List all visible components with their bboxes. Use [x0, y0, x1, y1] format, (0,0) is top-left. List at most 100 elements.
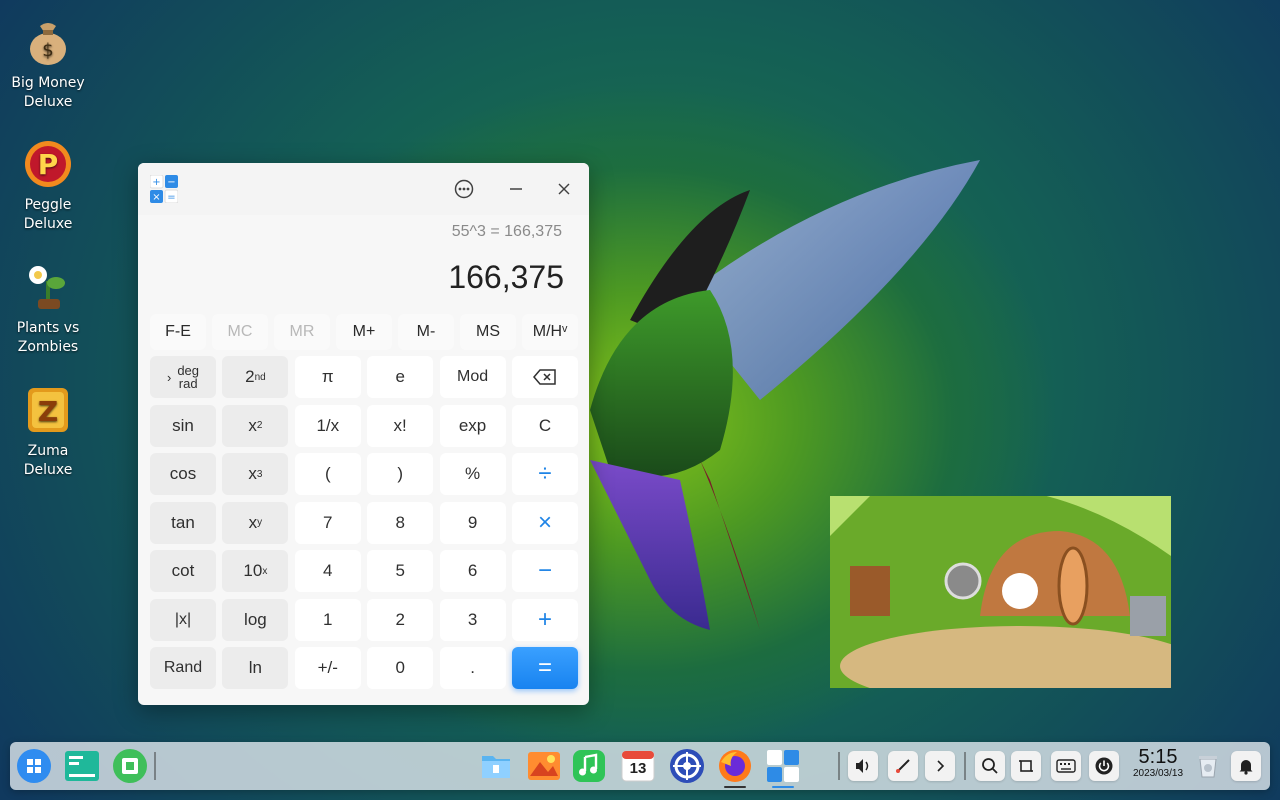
- power-button[interactable]: [1089, 751, 1119, 781]
- calendar-icon[interactable]: 13: [620, 748, 656, 784]
- digit-3-button[interactable]: 3: [439, 598, 506, 641]
- more-options-button[interactable]: [450, 175, 478, 203]
- clear-button[interactable]: C: [511, 404, 578, 447]
- key-label: x: [248, 464, 257, 483]
- mod-button[interactable]: Mod: [439, 356, 506, 398]
- memory-subtract-button[interactable]: M-: [398, 314, 454, 350]
- svg-text:Z: Z: [38, 395, 58, 428]
- system-settings-icon[interactable]: [669, 748, 705, 784]
- absolute-button[interactable]: |x|: [150, 598, 216, 641]
- trash-button[interactable]: [1193, 751, 1223, 781]
- taskbar: 13 5:15 2023/03/13: [10, 742, 1270, 790]
- negate-button[interactable]: +/-: [294, 647, 361, 689]
- digit-8-button[interactable]: 8: [367, 501, 434, 544]
- digit-0-button[interactable]: 0: [367, 647, 434, 689]
- left-paren-button[interactable]: (: [294, 453, 361, 495]
- launcher-icon[interactable]: [16, 748, 52, 784]
- desktop-icon-label: Zuma Deluxe: [23, 443, 73, 478]
- memory-store-button[interactable]: MS: [460, 314, 516, 350]
- desktop-icon-zuma[interactable]: Z Zuma Deluxe: [8, 384, 88, 480]
- desktop-icon-plants-vs-zombies[interactable]: Plants vs Zombies: [8, 261, 88, 357]
- sin-button[interactable]: sin: [150, 404, 216, 447]
- deg-rad-toggle[interactable]: › deg rad: [150, 356, 216, 398]
- desktop-icon-big-money[interactable]: $ Big Money Deluxe: [8, 16, 88, 112]
- clock-time: 5:15: [1138, 746, 1178, 768]
- desktop-icon-peggle[interactable]: P Peggle Deluxe: [8, 138, 88, 234]
- cube-button[interactable]: x3: [222, 453, 289, 495]
- music-icon[interactable]: [571, 748, 607, 784]
- equals-button[interactable]: =: [511, 647, 578, 689]
- minimize-icon: [510, 188, 522, 190]
- search-button[interactable]: [975, 751, 1005, 781]
- video-preview[interactable]: [830, 496, 1171, 688]
- desktop-icon-label: Plants vs Zombies: [16, 320, 80, 355]
- subtract-button[interactable]: −: [511, 550, 578, 592]
- backspace-icon: [532, 369, 556, 385]
- clock[interactable]: 5:15 2023/03/13: [1128, 746, 1188, 780]
- decimal-button[interactable]: .: [439, 647, 506, 689]
- memory-history-button[interactable]: M/Hᵛ: [522, 314, 578, 350]
- money-bag-icon: $: [30, 23, 66, 65]
- square-button[interactable]: x2: [222, 404, 289, 447]
- exp-button[interactable]: exp: [439, 404, 506, 447]
- zuma-icon: Z: [28, 388, 68, 432]
- digit-5-button[interactable]: 5: [367, 550, 434, 592]
- expand-tray-button[interactable]: [925, 751, 955, 781]
- tan-button[interactable]: tan: [150, 501, 216, 544]
- right-paren-button[interactable]: ): [367, 453, 434, 495]
- expression-display: 55^3 = 166,375: [451, 223, 562, 240]
- calculator-app-icon: + − × =: [150, 175, 178, 203]
- desktop-icon-label: Big Money Deluxe: [11, 75, 85, 110]
- divide-button[interactable]: ÷: [511, 453, 578, 495]
- notification-button[interactable]: [1231, 751, 1261, 781]
- ten-power-button[interactable]: 10 x: [222, 550, 289, 592]
- digit-7-button[interactable]: 7: [294, 501, 361, 544]
- app-store-icon[interactable]: [112, 748, 148, 784]
- digit-1-button[interactable]: 1: [294, 598, 361, 641]
- digit-4-button[interactable]: 4: [294, 550, 361, 592]
- pi-button[interactable]: π: [294, 356, 361, 398]
- calculator-icon[interactable]: [765, 748, 801, 784]
- screen-capture-button[interactable]: [1011, 751, 1041, 781]
- cot-button[interactable]: cot: [150, 550, 216, 592]
- memory-recall-button[interactable]: MR: [274, 314, 330, 350]
- power-button[interactable]: xy: [222, 501, 289, 544]
- percent-button[interactable]: %: [439, 453, 506, 495]
- e-button[interactable]: e: [367, 356, 434, 398]
- screenshot-icon: [1019, 760, 1033, 772]
- second-function-button[interactable]: 2nd: [222, 356, 289, 398]
- ln-button[interactable]: ln: [222, 647, 289, 689]
- key-label: 10: [243, 561, 263, 580]
- active-indicator: [724, 786, 746, 788]
- log-button[interactable]: log: [222, 598, 289, 641]
- screenshot-tool-button[interactable]: [888, 751, 918, 781]
- add-button[interactable]: +: [511, 598, 578, 641]
- key-sup: nd: [254, 371, 266, 383]
- svg-text:+: +: [152, 177, 160, 188]
- digit-6-button[interactable]: 6: [439, 550, 506, 592]
- memory-row: F-E MC MR M+ M- MS M/Hᵛ: [150, 314, 578, 350]
- plants-icon: [29, 266, 65, 309]
- reciprocal-button[interactable]: 1/x: [294, 404, 361, 447]
- fe-button[interactable]: F-E: [150, 314, 206, 350]
- file-manager-icon[interactable]: [478, 748, 514, 784]
- cos-button[interactable]: cos: [150, 453, 216, 495]
- volume-button[interactable]: [848, 751, 878, 781]
- backspace-button[interactable]: [511, 356, 578, 398]
- close-button[interactable]: [550, 175, 578, 203]
- keyboard-button[interactable]: [1051, 751, 1081, 781]
- title-bar[interactable]: + − × =: [138, 163, 589, 215]
- factorial-button[interactable]: x!: [367, 404, 434, 447]
- active-indicator: [772, 786, 794, 788]
- digit-2-button[interactable]: 2: [367, 598, 434, 641]
- memory-clear-button[interactable]: MC: [212, 314, 268, 350]
- firefox-icon[interactable]: [717, 748, 753, 784]
- memory-add-button[interactable]: M+: [336, 314, 392, 350]
- digit-9-button[interactable]: 9: [439, 501, 506, 544]
- minimize-button[interactable]: [502, 175, 530, 203]
- image-viewer-icon[interactable]: [526, 748, 562, 784]
- key-sup: y: [257, 517, 263, 528]
- multitask-view-icon[interactable]: [64, 748, 100, 784]
- random-button[interactable]: Rand: [150, 647, 216, 689]
- multiply-button[interactable]: ×: [511, 501, 578, 544]
